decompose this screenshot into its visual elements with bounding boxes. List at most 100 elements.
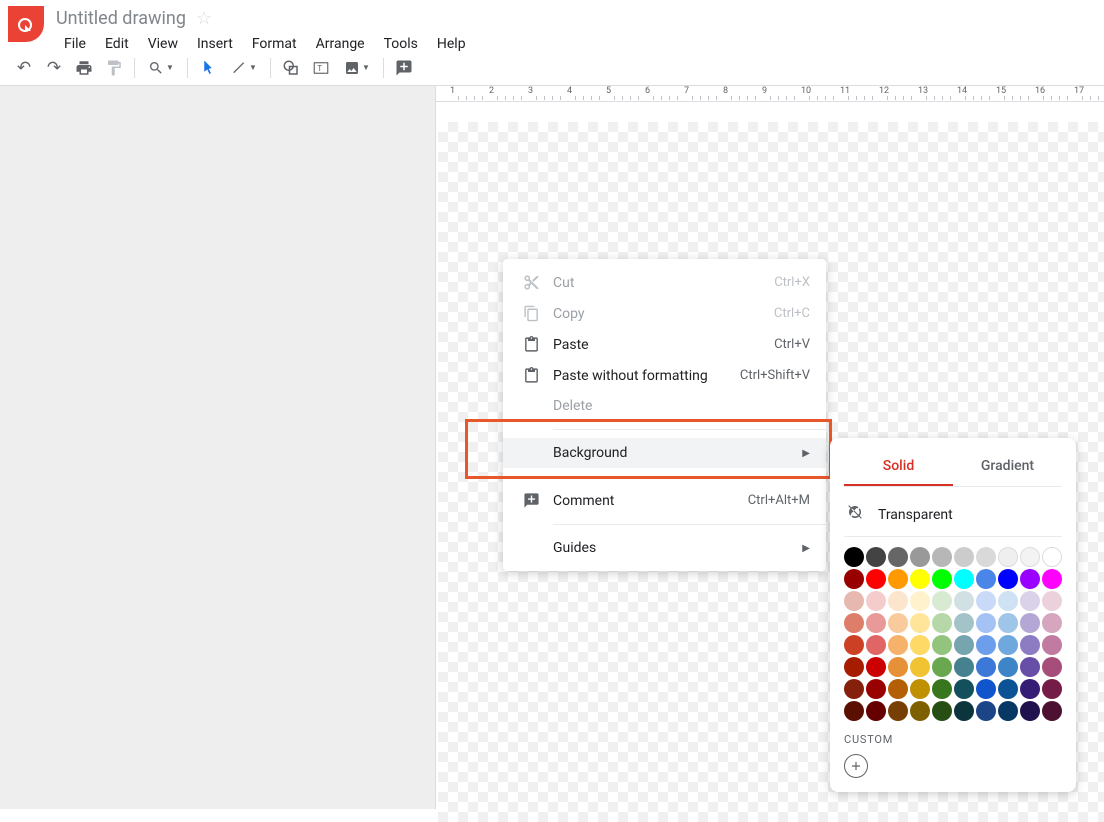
menu-view[interactable]: View: [140, 32, 186, 56]
ctx-paste-without-formatting[interactable]: Paste without formattingCtrl+Shift+V: [503, 360, 826, 391]
color-swatch[interactable]: [976, 569, 996, 589]
menu-file[interactable]: File: [56, 32, 94, 56]
ctx-comment[interactable]: CommentCtrl+Alt+M: [503, 485, 826, 516]
color-swatch[interactable]: [976, 591, 996, 611]
color-swatch[interactable]: [1020, 569, 1040, 589]
color-swatch[interactable]: [954, 613, 974, 633]
menu-insert[interactable]: Insert: [189, 32, 241, 56]
color-swatch[interactable]: [910, 613, 930, 633]
color-swatch[interactable]: [954, 591, 974, 611]
document-title[interactable]: Untitled drawing: [56, 8, 186, 29]
color-swatch[interactable]: [998, 657, 1018, 677]
menu-edit[interactable]: Edit: [97, 32, 137, 56]
ctx-guides[interactable]: Guides▶: [503, 533, 826, 563]
color-swatch[interactable]: [1020, 613, 1040, 633]
textbox-tool-button[interactable]: T: [307, 54, 335, 82]
color-swatch[interactable]: [1042, 547, 1062, 567]
insert-comment-button[interactable]: [390, 54, 418, 82]
color-swatch[interactable]: [888, 547, 908, 567]
color-swatch[interactable]: [1020, 547, 1040, 567]
menu-tools[interactable]: Tools: [376, 32, 426, 56]
color-swatch[interactable]: [1042, 635, 1062, 655]
ctx-background[interactable]: Background▶: [503, 438, 826, 468]
color-swatch[interactable]: [954, 569, 974, 589]
color-swatch[interactable]: [844, 569, 864, 589]
color-swatch[interactable]: [1020, 701, 1040, 721]
color-swatch[interactable]: [910, 569, 930, 589]
color-swatch[interactable]: [998, 613, 1018, 633]
color-swatch[interactable]: [910, 547, 930, 567]
color-swatch[interactable]: [998, 635, 1018, 655]
color-swatch[interactable]: [998, 679, 1018, 699]
star-icon[interactable]: ☆: [196, 8, 212, 29]
color-swatch[interactable]: [888, 657, 908, 677]
color-swatch[interactable]: [998, 569, 1018, 589]
color-swatch[interactable]: [998, 547, 1018, 567]
color-swatch[interactable]: [910, 591, 930, 611]
add-custom-color-button[interactable]: [844, 754, 868, 778]
color-swatch[interactable]: [932, 547, 952, 567]
drawings-logo-icon[interactable]: [8, 6, 44, 42]
shape-tool-button[interactable]: [277, 54, 305, 82]
gradient-tab[interactable]: Gradient: [953, 452, 1062, 486]
color-swatch[interactable]: [844, 657, 864, 677]
color-swatch[interactable]: [866, 657, 886, 677]
color-swatch[interactable]: [1042, 657, 1062, 677]
color-swatch[interactable]: [932, 679, 952, 699]
color-swatch[interactable]: [976, 547, 996, 567]
color-swatch[interactable]: [976, 701, 996, 721]
color-swatch[interactable]: [932, 569, 952, 589]
color-swatch[interactable]: [1020, 591, 1040, 611]
color-swatch[interactable]: [910, 657, 930, 677]
color-swatch[interactable]: [1020, 635, 1040, 655]
color-swatch[interactable]: [844, 591, 864, 611]
select-tool-button[interactable]: [194, 54, 222, 82]
menu-help[interactable]: Help: [429, 32, 474, 56]
color-swatch[interactable]: [954, 635, 974, 655]
color-swatch[interactable]: [998, 701, 1018, 721]
color-swatch[interactable]: [888, 679, 908, 699]
color-swatch[interactable]: [954, 701, 974, 721]
color-swatch[interactable]: [888, 591, 908, 611]
solid-tab[interactable]: Solid: [844, 452, 953, 486]
color-swatch[interactable]: [976, 679, 996, 699]
color-swatch[interactable]: [1020, 657, 1040, 677]
color-swatch[interactable]: [976, 657, 996, 677]
color-swatch[interactable]: [888, 701, 908, 721]
color-swatch[interactable]: [866, 569, 886, 589]
color-swatch[interactable]: [888, 569, 908, 589]
color-swatch[interactable]: [1020, 679, 1040, 699]
color-swatch[interactable]: [866, 679, 886, 699]
color-swatch[interactable]: [910, 701, 930, 721]
color-swatch[interactable]: [976, 635, 996, 655]
color-swatch[interactable]: [866, 591, 886, 611]
color-swatch[interactable]: [932, 613, 952, 633]
color-swatch[interactable]: [1042, 701, 1062, 721]
menu-arrange[interactable]: Arrange: [308, 32, 373, 56]
color-swatch[interactable]: [932, 701, 952, 721]
color-swatch[interactable]: [888, 613, 908, 633]
color-swatch[interactable]: [1042, 679, 1062, 699]
print-button[interactable]: [70, 54, 98, 82]
image-tool-button[interactable]: ▼: [337, 54, 377, 82]
color-swatch[interactable]: [866, 701, 886, 721]
color-swatch[interactable]: [844, 547, 864, 567]
color-swatch[interactable]: [844, 635, 864, 655]
color-swatch[interactable]: [866, 635, 886, 655]
color-swatch[interactable]: [932, 591, 952, 611]
color-swatch[interactable]: [888, 635, 908, 655]
color-swatch[interactable]: [954, 679, 974, 699]
color-swatch[interactable]: [844, 701, 864, 721]
color-swatch[interactable]: [932, 635, 952, 655]
color-swatch[interactable]: [1042, 591, 1062, 611]
color-swatch[interactable]: [866, 613, 886, 633]
color-swatch[interactable]: [954, 547, 974, 567]
color-swatch[interactable]: [844, 679, 864, 699]
color-swatch[interactable]: [1042, 569, 1062, 589]
ctx-paste[interactable]: PasteCtrl+V: [503, 329, 826, 360]
undo-button[interactable]: ↶: [10, 54, 38, 82]
paint-format-button[interactable]: [100, 54, 128, 82]
color-swatch[interactable]: [1042, 613, 1062, 633]
color-swatch[interactable]: [910, 679, 930, 699]
menu-format[interactable]: Format: [244, 32, 305, 56]
